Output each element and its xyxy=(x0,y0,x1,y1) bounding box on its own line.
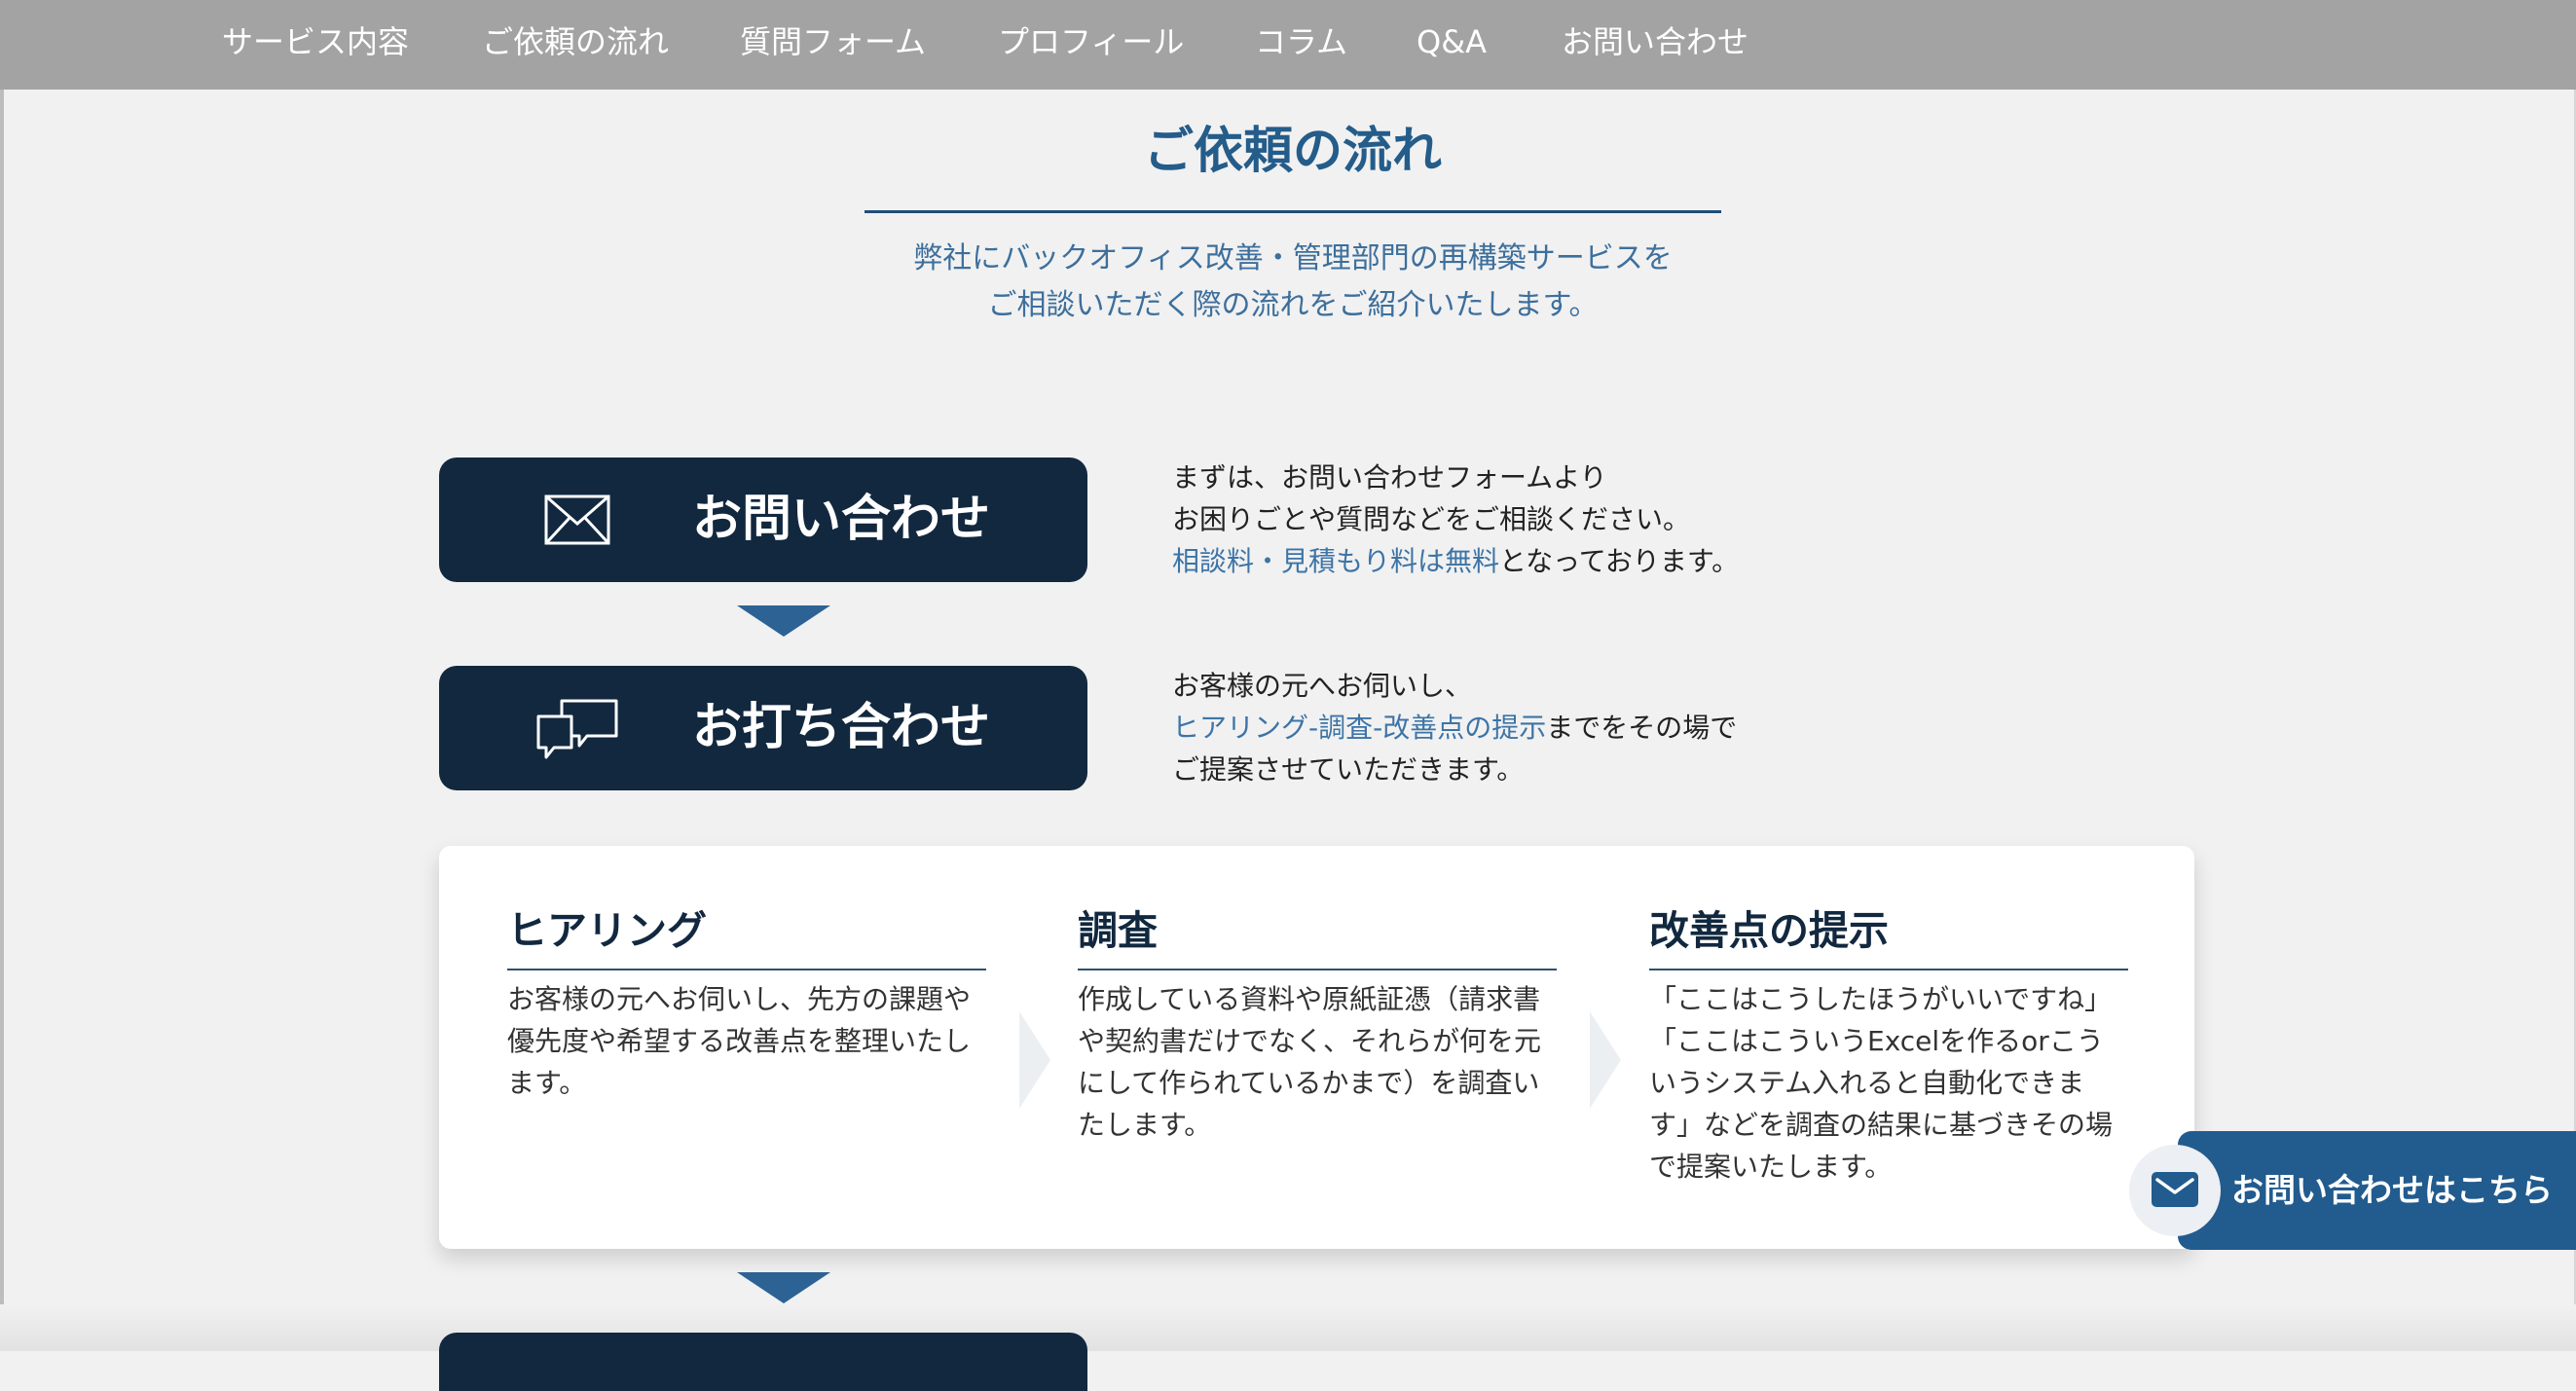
detail-line: にして作られているかまで）を調査い xyxy=(1078,1067,1540,1099)
desc-line: ヒアリング-調査-改善点の提示までをその場で xyxy=(1172,707,1737,749)
envelope-icon xyxy=(2152,1172,2198,1207)
section-title: ご依頼の流れ xyxy=(1143,123,1442,180)
desc-line: ご提案させていただきます。 xyxy=(1172,753,1525,786)
nav-item-qa[interactable]: Q&A xyxy=(1417,0,1487,84)
envelope-icon xyxy=(544,494,610,545)
floating-contact-icon-badge[interactable] xyxy=(2129,1145,2221,1236)
detail-line: 「ここはこういうExcelを作るorこう xyxy=(1649,1025,2104,1057)
hearing-survey-link[interactable]: ヒアリング-調査-改善点の提示 xyxy=(1172,712,1546,744)
flow-arrow-down xyxy=(737,605,830,637)
step-contact-button[interactable]: お問い合わせ xyxy=(439,458,1087,582)
step-meeting-description: お客様の元へお伺いし、 ヒアリング-調査-改善点の提示までをその場で ご提案させ… xyxy=(1172,665,1737,790)
step-meeting-button[interactable]: お打ち合わせ xyxy=(439,666,1087,790)
chevron-right-icon xyxy=(1019,1011,1050,1109)
desc-line: お客様の元へお伺いし、 xyxy=(1172,670,1473,702)
nav-item-flow[interactable]: ご依頼の流れ xyxy=(482,0,669,84)
step-meeting-label: お打ち合わせ xyxy=(692,699,991,756)
nav-item-services[interactable]: サービス内容 xyxy=(222,0,409,84)
window-edge xyxy=(0,0,4,1351)
chevron-right-icon xyxy=(1590,1011,1621,1109)
detail-hearing: ヒアリング お客様の元へお伺いし、先方の課題や 優先度や希望する改善点を整理いた… xyxy=(507,902,986,1104)
section-lead-line2: ご相談いただく際の流れをご紹介いたします。 xyxy=(987,288,1599,322)
detail-line: 優先度や希望する改善点を整理いたし xyxy=(507,1025,972,1057)
detail-line: で提案いたします。 xyxy=(1649,1151,1893,1183)
nav-item-column[interactable]: コラム xyxy=(1255,0,1347,84)
detail-survey: 調査 作成している資料や原紙証憑（請求書 や契約書だけでなく、それらが何を元 に… xyxy=(1078,902,1557,1146)
desc-text: までをその場で xyxy=(1546,712,1738,744)
detail-line: 作成している資料や原紙証憑（請求書 xyxy=(1078,983,1541,1015)
floating-contact-button[interactable]: お問い合わせはこちら xyxy=(2178,1131,2576,1250)
section-lead-line1: 弊社にバックオフィス改善・管理部門の再構築サービスを xyxy=(913,241,1673,275)
detail-line: す」などを調査の結果に基づきその場 xyxy=(1649,1109,2114,1141)
meeting-details-card: ヒアリング お客様の元へお伺いし、先方の課題や 優先度や希望する改善点を整理いた… xyxy=(439,846,2194,1249)
detail-title: 調査 xyxy=(1078,902,1557,970)
nav-item-profile[interactable]: プロフィール xyxy=(998,0,1184,84)
detail-line: いうシステム入れると自動化できま xyxy=(1649,1067,2085,1099)
free-consultation-link[interactable]: 相談料・見積もり料は無料 xyxy=(1172,545,1499,577)
desc-text: となっております。 xyxy=(1499,545,1740,577)
nav-item-question-form[interactable]: 質問フォーム xyxy=(740,0,926,84)
detail-line: お客様の元へお伺いし、先方の課題や xyxy=(507,983,972,1015)
desc-line: まずは、お問い合わせフォームより xyxy=(1172,461,1607,494)
floating-contact-label: お問い合わせはこちら xyxy=(2231,1171,2553,1209)
nav-item-contact[interactable]: お問い合わせ xyxy=(1562,0,1748,84)
next-step-button[interactable] xyxy=(439,1333,1087,1391)
desc-line: 相談料・見積もり料は無料となっております。 xyxy=(1172,540,1739,582)
detail-body: 「ここはこうしたほうがいいですね」 「ここはこういうExcelを作るorこう い… xyxy=(1649,978,2128,1188)
bottom-fade xyxy=(0,1304,2576,1351)
detail-line: 「ここはこうしたほうがいいですね」 xyxy=(1649,983,2113,1015)
detail-body: 作成している資料や原紙証憑（請求書 や契約書だけでなく、それらが何を元 にして作… xyxy=(1078,978,1557,1146)
step-contact-label: お問い合わせ xyxy=(692,491,991,548)
detail-line: ます。 xyxy=(507,1067,587,1099)
step-contact-description: まずは、お問い合わせフォームより お困りごとや質問などをご相談ください。 相談料… xyxy=(1172,457,1739,582)
top-nav: サービス内容 ご依頼の流れ 質問フォーム プロフィール コラム Q&A お問い合… xyxy=(0,0,2576,90)
title-underline xyxy=(865,210,1721,213)
chat-bubbles-icon xyxy=(536,699,618,759)
detail-title: ヒアリング xyxy=(507,902,986,970)
detail-proposal: 改善点の提示 「ここはこうしたほうがいいですね」 「ここはこういうExcelを作… xyxy=(1649,902,2128,1188)
detail-title: 改善点の提示 xyxy=(1649,902,2128,970)
detail-line: や契約書だけでなく、それらが何を元 xyxy=(1078,1025,1542,1057)
desc-line: お困りごとや質問などをご相談ください。 xyxy=(1172,503,1691,535)
flow-arrow-down xyxy=(737,1272,830,1303)
detail-line: たします。 xyxy=(1078,1109,1212,1141)
detail-body: お客様の元へお伺いし、先方の課題や 優先度や希望する改善点を整理いたし ます。 xyxy=(507,978,986,1104)
